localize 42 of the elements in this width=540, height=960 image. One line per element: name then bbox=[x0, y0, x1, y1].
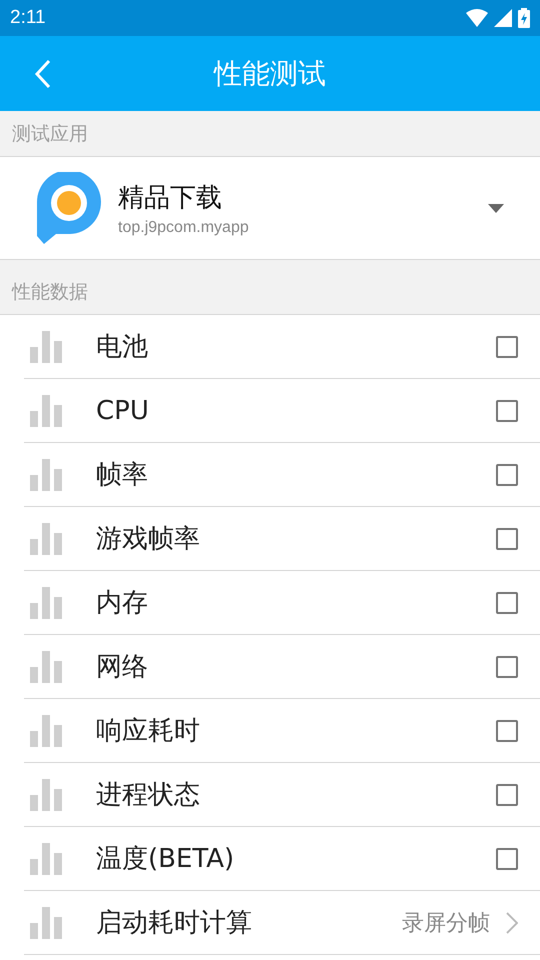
checkbox[interactable] bbox=[496, 848, 518, 870]
metric-label: 帧率 bbox=[96, 459, 149, 492]
bar-chart-icon bbox=[30, 906, 64, 938]
metric-label: 电池 bbox=[96, 331, 149, 364]
bar-chart-icon bbox=[30, 330, 64, 362]
wifi-icon bbox=[466, 9, 488, 27]
metric-value: 录屏分帧 bbox=[402, 910, 490, 938]
bar-chart-icon bbox=[30, 650, 64, 682]
checkbox[interactable] bbox=[496, 528, 518, 550]
section-header: 性能数据 bbox=[12, 280, 88, 305]
page-title: 性能测试 bbox=[214, 56, 326, 90]
dropdown-icon[interactable] bbox=[488, 204, 504, 212]
section-header: 测试应用 bbox=[12, 122, 88, 146]
checkbox[interactable] bbox=[496, 720, 518, 742]
battery-icon bbox=[518, 8, 530, 28]
checkbox[interactable] bbox=[496, 656, 518, 678]
metric-label: 响应耗时 bbox=[96, 715, 201, 748]
metric-label: 内存 bbox=[96, 587, 149, 620]
checkbox[interactable] bbox=[496, 592, 518, 614]
metric-label: 游戏帧率 bbox=[96, 523, 201, 556]
bar-chart-icon bbox=[30, 458, 64, 490]
app-package: top.j9pcom.myapp bbox=[118, 218, 250, 236]
bar-chart-icon bbox=[30, 842, 64, 874]
metric-label: 进程状态 bbox=[96, 779, 201, 812]
bar-chart-icon bbox=[30, 586, 64, 618]
back-icon bbox=[34, 58, 52, 88]
metric-label: 网络 bbox=[96, 651, 149, 684]
signal-icon bbox=[494, 9, 512, 27]
checkbox[interactable] bbox=[496, 336, 518, 358]
app-logo-icon bbox=[36, 172, 102, 244]
bar-chart-icon bbox=[30, 714, 64, 746]
metric-label: 温度(BETA) bbox=[96, 843, 236, 876]
bar-chart-icon bbox=[30, 522, 64, 554]
app-name: 精品下载 bbox=[118, 182, 223, 214]
checkbox[interactable] bbox=[496, 464, 518, 486]
status-time: 2:11 bbox=[10, 7, 47, 29]
bar-chart-icon bbox=[30, 778, 64, 810]
metric-label: 启动耗时计算 bbox=[96, 907, 253, 940]
checkbox[interactable] bbox=[496, 784, 518, 806]
metric-label: CPU bbox=[96, 396, 150, 426]
checkbox[interactable] bbox=[496, 400, 518, 422]
bar-chart-icon bbox=[30, 394, 64, 426]
